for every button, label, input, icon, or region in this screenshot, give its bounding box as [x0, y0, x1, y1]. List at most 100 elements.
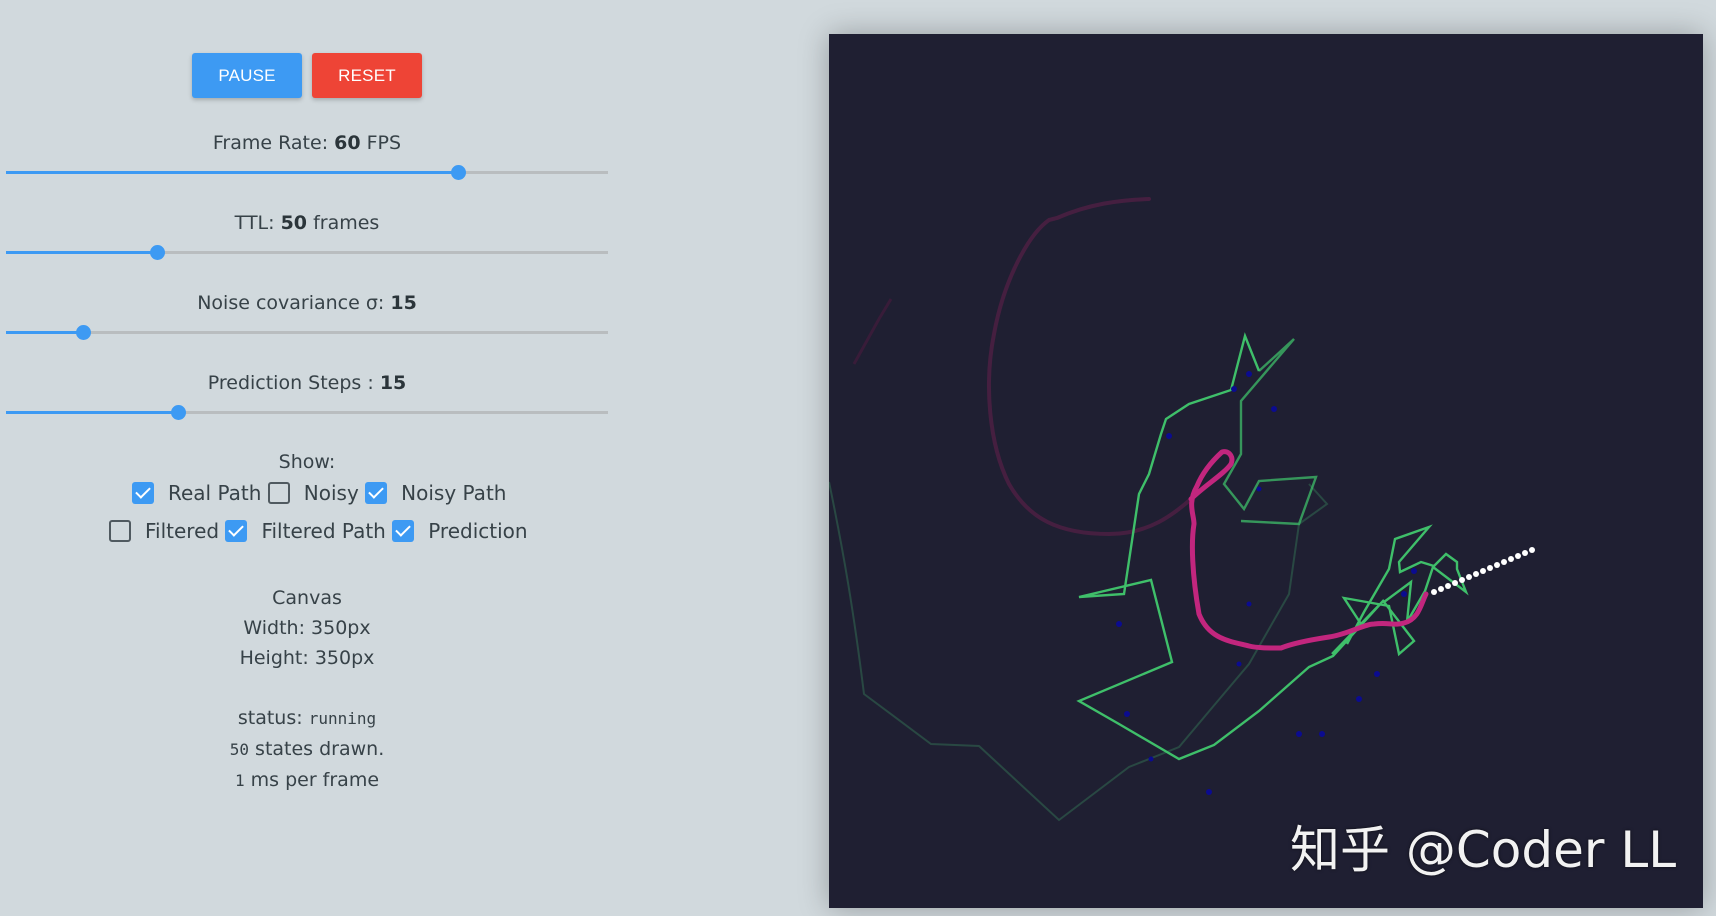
- checkbox-filtered-path[interactable]: Filtered Path: [225, 518, 386, 544]
- noisy-point: [1271, 406, 1277, 412]
- prediction-point: [1438, 586, 1444, 592]
- noisy-point: [1206, 789, 1212, 795]
- checkbox-filtered-path-box[interactable]: [225, 520, 248, 542]
- checkbox-prediction-box[interactable]: [392, 520, 415, 542]
- frame-rate-slider-fill: [6, 171, 458, 174]
- ms-count: 1: [234, 771, 245, 790]
- noise-label-text: Noise covariance σ:: [197, 292, 391, 314]
- checkbox-noisy-path-box[interactable]: [365, 482, 388, 504]
- frame-rate-label: Frame Rate: 60 FPS: [0, 131, 614, 155]
- checkbox-noisy-label[interactable]: Noisy: [304, 481, 359, 505]
- canvas-info-width: Width: 350px: [243, 617, 371, 639]
- checkbox-noisy-path[interactable]: Noisy Path: [365, 480, 506, 506]
- checkbox-noisy[interactable]: Noisy: [267, 480, 359, 506]
- prediction-steps-slider-fill: [6, 411, 178, 414]
- prediction-point: [1473, 571, 1479, 577]
- noisy-path: [1076, 332, 1469, 761]
- prediction-point: [1445, 583, 1451, 589]
- canvas-info-height: Height: 350px: [239, 647, 375, 669]
- noise-value: 15: [390, 292, 417, 314]
- prediction-point: [1480, 568, 1486, 574]
- status-label: status:: [237, 707, 309, 729]
- checkbox-real-path-label[interactable]: Real Path: [168, 481, 261, 505]
- prediction-steps-label: Prediction Steps : 15: [0, 371, 614, 395]
- simulation-canvas: [829, 34, 1703, 908]
- prediction-point: [1487, 565, 1493, 571]
- canvas-info: Canvas Width: 350px Height: 350px: [0, 583, 614, 673]
- prediction-point: [1452, 580, 1458, 586]
- noisy-point: [1319, 731, 1325, 737]
- ttl-slider-fill: [6, 251, 157, 254]
- frame-rate-slider-thumb[interactable]: [450, 165, 466, 180]
- noisy-point: [1231, 386, 1237, 392]
- simulation-drawing: [829, 197, 1535, 822]
- noisy-point: [1256, 486, 1262, 492]
- noise-label: Noise covariance σ: 15: [0, 291, 614, 315]
- prediction-steps-label-text: Prediction Steps :: [207, 372, 380, 394]
- checkbox-filtered-label[interactable]: Filtered: [145, 519, 219, 543]
- prediction-point: [1501, 559, 1507, 565]
- prediction-point: [1515, 553, 1521, 559]
- prediction-point: [1522, 550, 1528, 556]
- noisy-point: [1374, 671, 1380, 677]
- ms-line: 1 ms per frame: [0, 765, 614, 796]
- prediction-steps-slider[interactable]: [6, 405, 608, 420]
- ttl-value: 50: [280, 212, 308, 234]
- states-line: 50 states drawn.: [0, 734, 614, 765]
- checkbox-prediction-label[interactable]: Prediction: [428, 519, 527, 543]
- noisy-point: [1356, 696, 1362, 702]
- show-title: Show:: [278, 451, 336, 473]
- watermark: 知乎 @Coder LL: [1290, 821, 1677, 879]
- noisy-point: [1148, 756, 1154, 762]
- states-text: states drawn.: [249, 738, 385, 760]
- control-panel: PAUSE RESET Frame Rate: 60 FPS TTL: 50 f…: [0, 0, 620, 916]
- canvas-info-title: Canvas: [272, 587, 342, 609]
- checkbox-prediction[interactable]: Prediction: [392, 518, 528, 544]
- frame-rate-unit: FPS: [360, 132, 402, 154]
- noisy-point: [1166, 433, 1172, 439]
- status-value: running: [308, 709, 377, 728]
- noise-slider[interactable]: [6, 325, 608, 340]
- noisy-point: [1124, 711, 1130, 717]
- ttl-slider[interactable]: [6, 245, 608, 260]
- show-options-row-1: Real Path Noisy Noisy Path: [132, 480, 506, 506]
- prediction-point: [1431, 589, 1437, 595]
- reset-button[interactable]: RESET: [312, 53, 422, 98]
- checkbox-real-path-box[interactable]: [132, 482, 154, 504]
- real-path-faded-left: [852, 298, 893, 365]
- ttl-label-text: TTL:: [234, 212, 281, 234]
- checkbox-filtered[interactable]: Filtered: [109, 518, 219, 544]
- prediction-point: [1466, 574, 1472, 580]
- checkbox-real-path[interactable]: Real Path: [132, 480, 261, 506]
- noisy-point: [1411, 568, 1417, 574]
- frame-rate-slider[interactable]: [6, 165, 608, 180]
- frame-rate-value: 60: [334, 132, 361, 154]
- noisy-point: [1246, 601, 1252, 607]
- states-count: 50: [229, 740, 249, 759]
- frame-rate-label-text: Frame Rate:: [212, 132, 335, 154]
- prediction-steps-value: 15: [379, 372, 407, 394]
- noisy-point: [1246, 371, 1252, 377]
- prediction-point: [1529, 547, 1535, 553]
- ttl-slider-thumb[interactable]: [149, 245, 165, 260]
- noisy-point: [1116, 621, 1122, 627]
- noisy-point: [1236, 661, 1242, 667]
- prediction-point: [1508, 556, 1514, 562]
- real-path-faded: [987, 197, 1193, 537]
- pause-button[interactable]: PAUSE: [192, 53, 302, 98]
- prediction-point: [1494, 562, 1500, 568]
- status-info: status: running 50 states drawn. 1 ms pe…: [0, 703, 614, 796]
- noise-slider-fill: [6, 331, 84, 334]
- ms-text: ms per frame: [244, 769, 380, 791]
- checkbox-filtered-box[interactable]: [109, 520, 131, 542]
- prediction-point: [1459, 577, 1465, 583]
- noisy-point: [1401, 591, 1407, 597]
- prediction-steps-slider-thumb[interactable]: [170, 405, 186, 420]
- noise-slider-thumb[interactable]: [76, 325, 92, 340]
- checkbox-filtered-path-label[interactable]: Filtered Path: [261, 519, 385, 543]
- show-options-row-2: Filtered Filtered Path Prediction: [109, 518, 528, 544]
- checkbox-noisy-path-label[interactable]: Noisy Path: [401, 481, 506, 505]
- ttl-unit: frames: [307, 212, 380, 234]
- ttl-label: TTL: 50 frames: [0, 211, 614, 235]
- checkbox-noisy-box[interactable]: [267, 482, 290, 504]
